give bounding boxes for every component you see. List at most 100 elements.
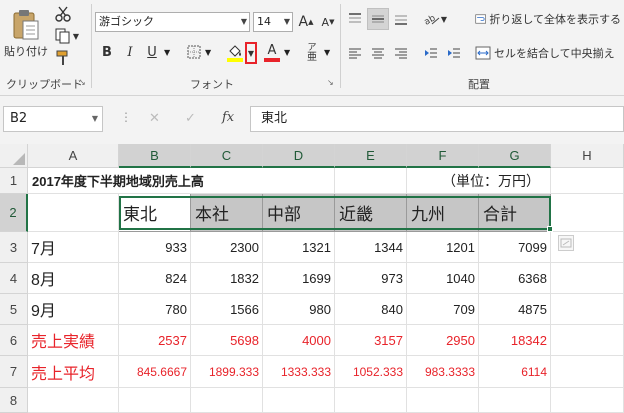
chevron-down-icon[interactable]: ▼ bbox=[205, 48, 211, 57]
insert-function-icon[interactable]: fx bbox=[222, 110, 234, 125]
align-top-button[interactable] bbox=[344, 8, 366, 30]
phonetic-button[interactable]: ア 亜 bbox=[302, 42, 322, 64]
cell-e8[interactable] bbox=[335, 388, 407, 413]
chevron-down-icon[interactable]: ▼ bbox=[284, 13, 290, 31]
cell-e3[interactable]: 1344 bbox=[335, 232, 407, 263]
paste-button[interactable]: 貼り付け bbox=[4, 6, 48, 62]
column-header-b[interactable]: B bbox=[119, 144, 191, 168]
cell-d3[interactable]: 1321 bbox=[263, 232, 335, 263]
decrease-indent-button[interactable] bbox=[420, 42, 442, 64]
cell-f3[interactable]: 1201 bbox=[407, 232, 479, 263]
italic-button[interactable]: I bbox=[120, 42, 140, 62]
cell-h1[interactable] bbox=[551, 168, 624, 194]
cell-a6[interactable]: 売上実績 bbox=[28, 325, 119, 356]
cell-h5[interactable] bbox=[551, 294, 624, 325]
align-left-button[interactable] bbox=[344, 42, 366, 64]
bold-button[interactable]: B bbox=[97, 42, 117, 62]
cell-h8[interactable] bbox=[551, 388, 624, 413]
chevron-down-icon[interactable]: ▼ bbox=[164, 48, 170, 57]
column-header-f[interactable]: F bbox=[407, 144, 479, 168]
increase-indent-button[interactable] bbox=[443, 42, 465, 64]
row-header-5[interactable]: 5 bbox=[0, 294, 28, 325]
cell-d8[interactable] bbox=[263, 388, 335, 413]
format-painter-button[interactable] bbox=[52, 48, 74, 68]
cell-a1[interactable]: 2017年度下半期地域別売上高 bbox=[28, 168, 204, 194]
enter-icon[interactable]: ✓ bbox=[185, 111, 196, 126]
cell-b3[interactable]: 933 bbox=[119, 232, 191, 263]
name-box[interactable]: B2 ▼ bbox=[3, 106, 103, 132]
column-header-e[interactable]: E bbox=[335, 144, 407, 168]
cell-e1[interactable] bbox=[335, 168, 407, 194]
grow-font-button[interactable]: A ▲ bbox=[296, 12, 316, 32]
column-header-c[interactable]: C bbox=[191, 144, 263, 168]
cell-f6[interactable]: 2950 bbox=[407, 325, 479, 356]
formula-bar-grip-icon[interactable]: ⋮ bbox=[120, 110, 132, 124]
cell-b5[interactable]: 780 bbox=[119, 294, 191, 325]
cell-f8[interactable] bbox=[407, 388, 479, 413]
row-header-7[interactable]: 7 bbox=[0, 356, 28, 388]
font-color-button[interactable]: A bbox=[262, 42, 282, 64]
cell-a8[interactable] bbox=[28, 388, 119, 413]
cell-b2[interactable]: 東北 bbox=[119, 194, 191, 232]
column-header-h[interactable]: H bbox=[551, 144, 624, 168]
font-size-combo[interactable]: 14 ▼ bbox=[253, 12, 293, 32]
column-header-d[interactable]: D bbox=[263, 144, 335, 168]
borders-button[interactable] bbox=[184, 42, 204, 62]
cell-a3[interactable]: 7月 bbox=[28, 232, 119, 263]
cell-c4[interactable]: 1832 bbox=[191, 263, 263, 294]
cell-h6[interactable] bbox=[551, 325, 624, 356]
dialog-launcher-icon[interactable]: ↘ bbox=[79, 78, 86, 87]
cell-h2[interactable] bbox=[551, 194, 624, 232]
align-center-button[interactable] bbox=[367, 42, 389, 64]
cell-g8[interactable] bbox=[479, 388, 551, 413]
cell-f4[interactable]: 1040 bbox=[407, 263, 479, 294]
cell-a2[interactable] bbox=[28, 194, 119, 232]
dialog-launcher-icon[interactable]: ↘ bbox=[327, 78, 334, 87]
cell-h7[interactable] bbox=[551, 356, 624, 388]
fill-color-dropdown[interactable]: ▼ bbox=[245, 42, 257, 64]
merge-center-button[interactable]: セルを結合して中央揃え bbox=[474, 42, 622, 64]
cell-d2[interactable]: 中部 bbox=[263, 194, 335, 232]
select-all-corner[interactable] bbox=[0, 144, 28, 168]
chevron-down-icon[interactable]: ▼ bbox=[284, 48, 290, 57]
cut-button[interactable] bbox=[52, 4, 74, 24]
cell-c3[interactable]: 2300 bbox=[191, 232, 263, 263]
align-right-button[interactable] bbox=[390, 42, 412, 64]
cell-f5[interactable]: 709 bbox=[407, 294, 479, 325]
align-middle-button[interactable] bbox=[367, 8, 389, 30]
cell-d4[interactable]: 1699 bbox=[263, 263, 335, 294]
row-header-8[interactable]: 8 bbox=[0, 388, 28, 413]
chevron-down-icon[interactable]: ▼ bbox=[324, 48, 330, 57]
cell-g4[interactable]: 6368 bbox=[479, 263, 551, 294]
cell-e2[interactable]: 近畿 bbox=[335, 194, 407, 232]
cell-g6[interactable]: 18342 bbox=[479, 325, 551, 356]
cell-c2[interactable]: 本社 bbox=[191, 194, 263, 232]
cell-g5[interactable]: 4875 bbox=[479, 294, 551, 325]
chevron-down-icon[interactable]: ▼ bbox=[92, 107, 98, 131]
cell-e5[interactable]: 840 bbox=[335, 294, 407, 325]
cell-e4[interactable]: 973 bbox=[335, 263, 407, 294]
cell-a7[interactable]: 売上平均 bbox=[28, 356, 119, 388]
cell-c6[interactable]: 5698 bbox=[191, 325, 263, 356]
align-bottom-button[interactable] bbox=[390, 8, 412, 30]
cell-h4[interactable] bbox=[551, 263, 624, 294]
cell-b7[interactable]: 845.6667 bbox=[119, 356, 191, 388]
cell-c8[interactable] bbox=[191, 388, 263, 413]
chevron-down-icon[interactable]: ▼ bbox=[241, 13, 247, 31]
cell-e6[interactable]: 3157 bbox=[335, 325, 407, 356]
orientation-button[interactable]: ab ▼ bbox=[420, 8, 450, 30]
cell-f7[interactable]: 983.3333 bbox=[407, 356, 479, 388]
cell-a5[interactable]: 9月 bbox=[28, 294, 119, 325]
quick-analysis-icon[interactable] bbox=[558, 235, 574, 251]
copy-button[interactable]: ▼ bbox=[52, 26, 82, 46]
cell-a4[interactable]: 8月 bbox=[28, 263, 119, 294]
cell-b4[interactable]: 824 bbox=[119, 263, 191, 294]
fill-handle[interactable] bbox=[547, 226, 553, 232]
cell-g3[interactable]: 7099 bbox=[479, 232, 551, 263]
cell-c7[interactable]: 1899.333 bbox=[191, 356, 263, 388]
row-header-2[interactable]: 2 bbox=[0, 194, 28, 232]
font-name-combo[interactable]: 游ゴシック ▼ bbox=[95, 12, 250, 32]
column-header-g[interactable]: G bbox=[479, 144, 551, 168]
cell-d5[interactable]: 980 bbox=[263, 294, 335, 325]
row-header-1[interactable]: 1 bbox=[0, 168, 28, 194]
